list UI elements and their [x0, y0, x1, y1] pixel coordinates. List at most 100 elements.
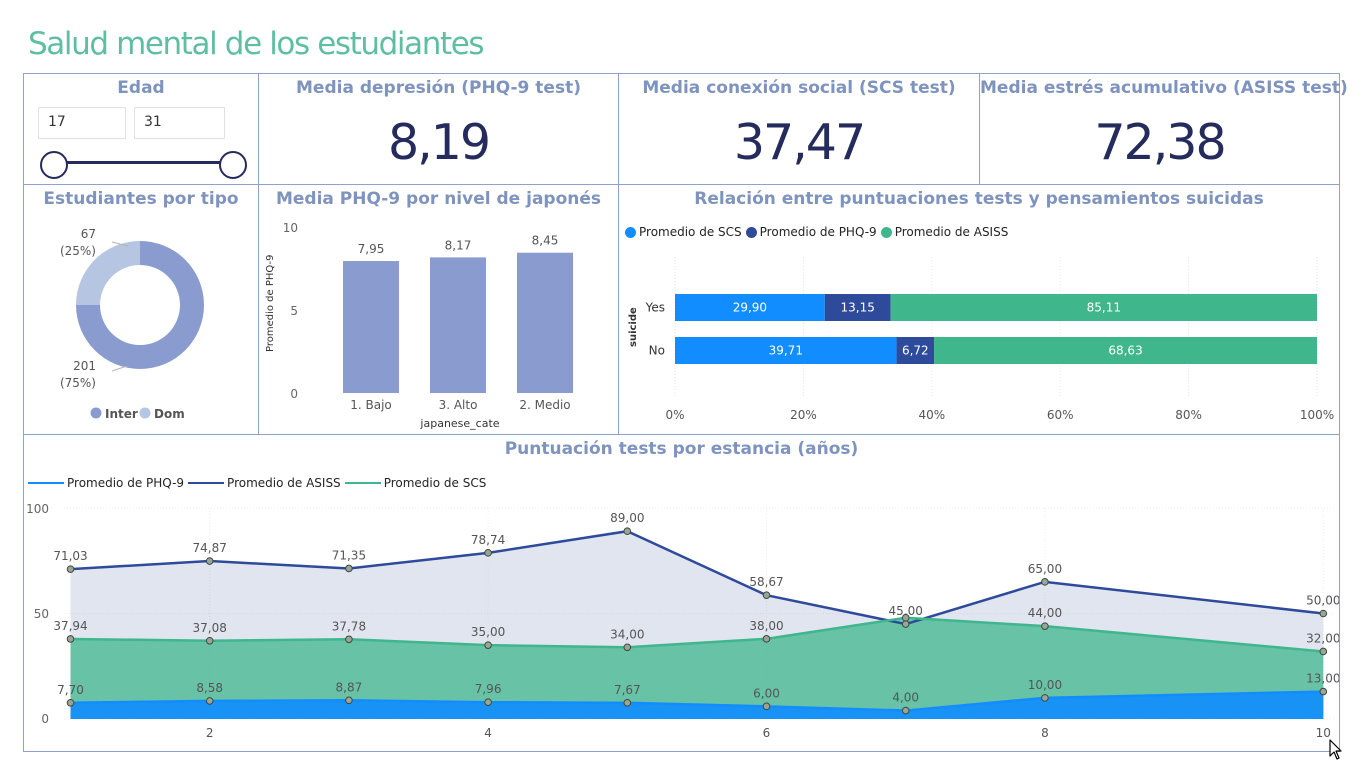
line-point-phq9[interactable]: [484, 698, 492, 707]
stack-segment-label: 85,11: [1087, 301, 1121, 315]
stack-segment-label: 68,63: [1108, 344, 1142, 358]
stack-segment-label: 39,71: [769, 344, 803, 358]
line-point-scs[interactable]: [1041, 622, 1049, 630]
bar-category-label: 3. Alto: [439, 398, 478, 412]
line-ytick-100: 100: [26, 502, 49, 516]
age-slider-min-handle[interactable]: [40, 151, 68, 179]
legend-dom-label[interactable]: Dom: [154, 407, 185, 421]
stack-category-label: No: [649, 344, 665, 358]
line-point-scs[interactable]: [484, 641, 492, 649]
bar-1[interactable]: [343, 261, 399, 393]
kpi-card-scs: Media conexión social (SCS test) 37,47: [618, 73, 980, 185]
line-xtick: 8: [1041, 726, 1049, 740]
age-slicer-title: Edad: [117, 78, 165, 98]
stack-segment-label: 6,72: [902, 344, 929, 358]
stack-xtick: 100%: [1300, 408, 1334, 422]
line-point-label: 71,35: [332, 548, 366, 562]
line-xtick: 4: [484, 726, 492, 740]
kpi-title-scs: Media conexión social (SCS test): [642, 78, 956, 98]
kpi-card-phq9: Media depresión (PHQ-9 test) 8,19: [258, 73, 619, 185]
line-point-label: 32,00: [1306, 631, 1339, 645]
line-point-label: 37,94: [53, 619, 87, 633]
line-point-asiss[interactable]: [901, 620, 910, 628]
bar-chart-panel: Media PHQ-9 por nivel de japonés Promedi…: [258, 184, 619, 435]
line-point-asiss[interactable]: [484, 549, 492, 557]
legend-dom-swatch: [139, 407, 151, 419]
line-xtick: 2: [206, 726, 214, 740]
line-point-phq9[interactable]: [345, 696, 353, 705]
bar-category-label: 2. Medio: [519, 398, 570, 412]
kpi-value-asiss: 72,38: [1094, 114, 1226, 171]
bar-3[interactable]: [517, 252, 573, 393]
line-point-asiss[interactable]: [623, 527, 632, 536]
stack-xtick: 80%: [1175, 408, 1202, 422]
line-point-phq9[interactable]: [66, 698, 75, 707]
bar-chart[interactable]: Promedio de PHQ-9 10 5 0 7,95 1. Bajo 8,17…: [259, 185, 618, 434]
line-point-phq9[interactable]: [901, 706, 910, 715]
stacked-chart-ylabel: suicide: [628, 307, 639, 347]
donut-chart[interactable]: 67 (25%) 201 (75%) Inter Dom: [24, 185, 258, 434]
line-point-scs[interactable]: [1319, 647, 1328, 656]
age-slicer-panel: Edad 17 31: [23, 73, 259, 185]
line-point-label: 13,00: [1306, 672, 1339, 686]
stack-segment-label: 13,15: [841, 301, 875, 315]
line-point-phq9[interactable]: [1041, 694, 1049, 702]
line-point-asiss[interactable]: [205, 557, 214, 565]
bar-value-label: 8,45: [532, 234, 559, 248]
donut-label-inter-pct: (75%): [60, 376, 96, 390]
line-point-label: 37,08: [193, 621, 227, 635]
donut-label-dom-pct: (25%): [60, 244, 96, 258]
line-point-label: 35,00: [471, 625, 505, 639]
kpi-title-asiss: Media estrés acumulativo (ASISS test): [980, 78, 1348, 98]
stack-xtick: 0%: [665, 408, 684, 422]
line-point-phq9[interactable]: [762, 702, 771, 711]
bar-value-label: 8,17: [445, 238, 472, 252]
line-point-label: 10,00: [1028, 678, 1062, 692]
line-point-scs[interactable]: [66, 635, 75, 643]
line-point-phq9[interactable]: [205, 697, 214, 705]
mouse-cursor-icon: [1329, 739, 1342, 760]
page-title: Salud mental de los estudiantes: [28, 26, 485, 62]
line-point-label: 6,00: [753, 686, 780, 700]
line-point-scs[interactable]: [205, 636, 214, 645]
line-point-scs[interactable]: [901, 613, 910, 622]
line-point-asiss[interactable]: [66, 565, 75, 573]
line-ytick-50: 50: [34, 607, 49, 621]
legend-inter-label[interactable]: Inter: [105, 407, 138, 421]
stacked-chart[interactable]: suicide 0% 20% 40% 60% 80% 100% Yes 29,90 13,15 8…: [619, 185, 1339, 434]
kpi-value-phq9: 8,19: [387, 114, 491, 171]
line-point-label: 78,74: [471, 533, 505, 547]
line-point-label: 71,03: [53, 549, 87, 563]
line-point-label: 89,00: [610, 511, 644, 525]
line-point-label: 74,87: [193, 541, 227, 555]
donut-label-dom-count: 67: [81, 227, 96, 241]
line-point-asiss[interactable]: [1041, 578, 1049, 586]
stack-xtick: 60%: [1047, 408, 1074, 422]
line-point-asiss[interactable]: [1319, 609, 1328, 618]
line-point-scs[interactable]: [762, 635, 771, 643]
bar-2[interactable]: [430, 257, 486, 393]
line-point-phq9[interactable]: [623, 699, 632, 707]
line-chart[interactable]: 100 50 0 2 4 6 8 10 71,03 74,87 71,35 78,74 89,00…: [24, 435, 1339, 751]
kpi-value-scs: 37,47: [733, 114, 866, 171]
line-point-scs[interactable]: [345, 635, 353, 644]
line-point-label: 8,58: [196, 681, 223, 695]
line-point-phq9[interactable]: [1319, 687, 1328, 696]
line-point-asiss[interactable]: [762, 591, 771, 600]
line-point-asiss[interactable]: [345, 564, 353, 573]
bar-ytick-0: 0: [290, 387, 298, 401]
line-point-label: 50,00: [1306, 594, 1339, 608]
age-min-input[interactable]: 17: [38, 107, 126, 139]
bar-ytick-10: 10: [283, 221, 298, 235]
line-point-label: 65,00: [1028, 562, 1062, 576]
line-point-label: 8,87: [336, 680, 363, 694]
age-slider-track[interactable]: [54, 161, 234, 164]
bar-ytick-5: 5: [290, 304, 298, 318]
line-point-scs[interactable]: [623, 643, 632, 652]
bar-category-label: 1. Bajo: [350, 398, 392, 412]
stack-xtick: 20%: [790, 408, 817, 422]
line-point-label: 34,00: [610, 627, 644, 641]
line-point-label: 7,96: [475, 682, 502, 696]
age-slider-max-handle[interactable]: [219, 151, 247, 179]
age-max-input[interactable]: 31: [134, 107, 225, 139]
